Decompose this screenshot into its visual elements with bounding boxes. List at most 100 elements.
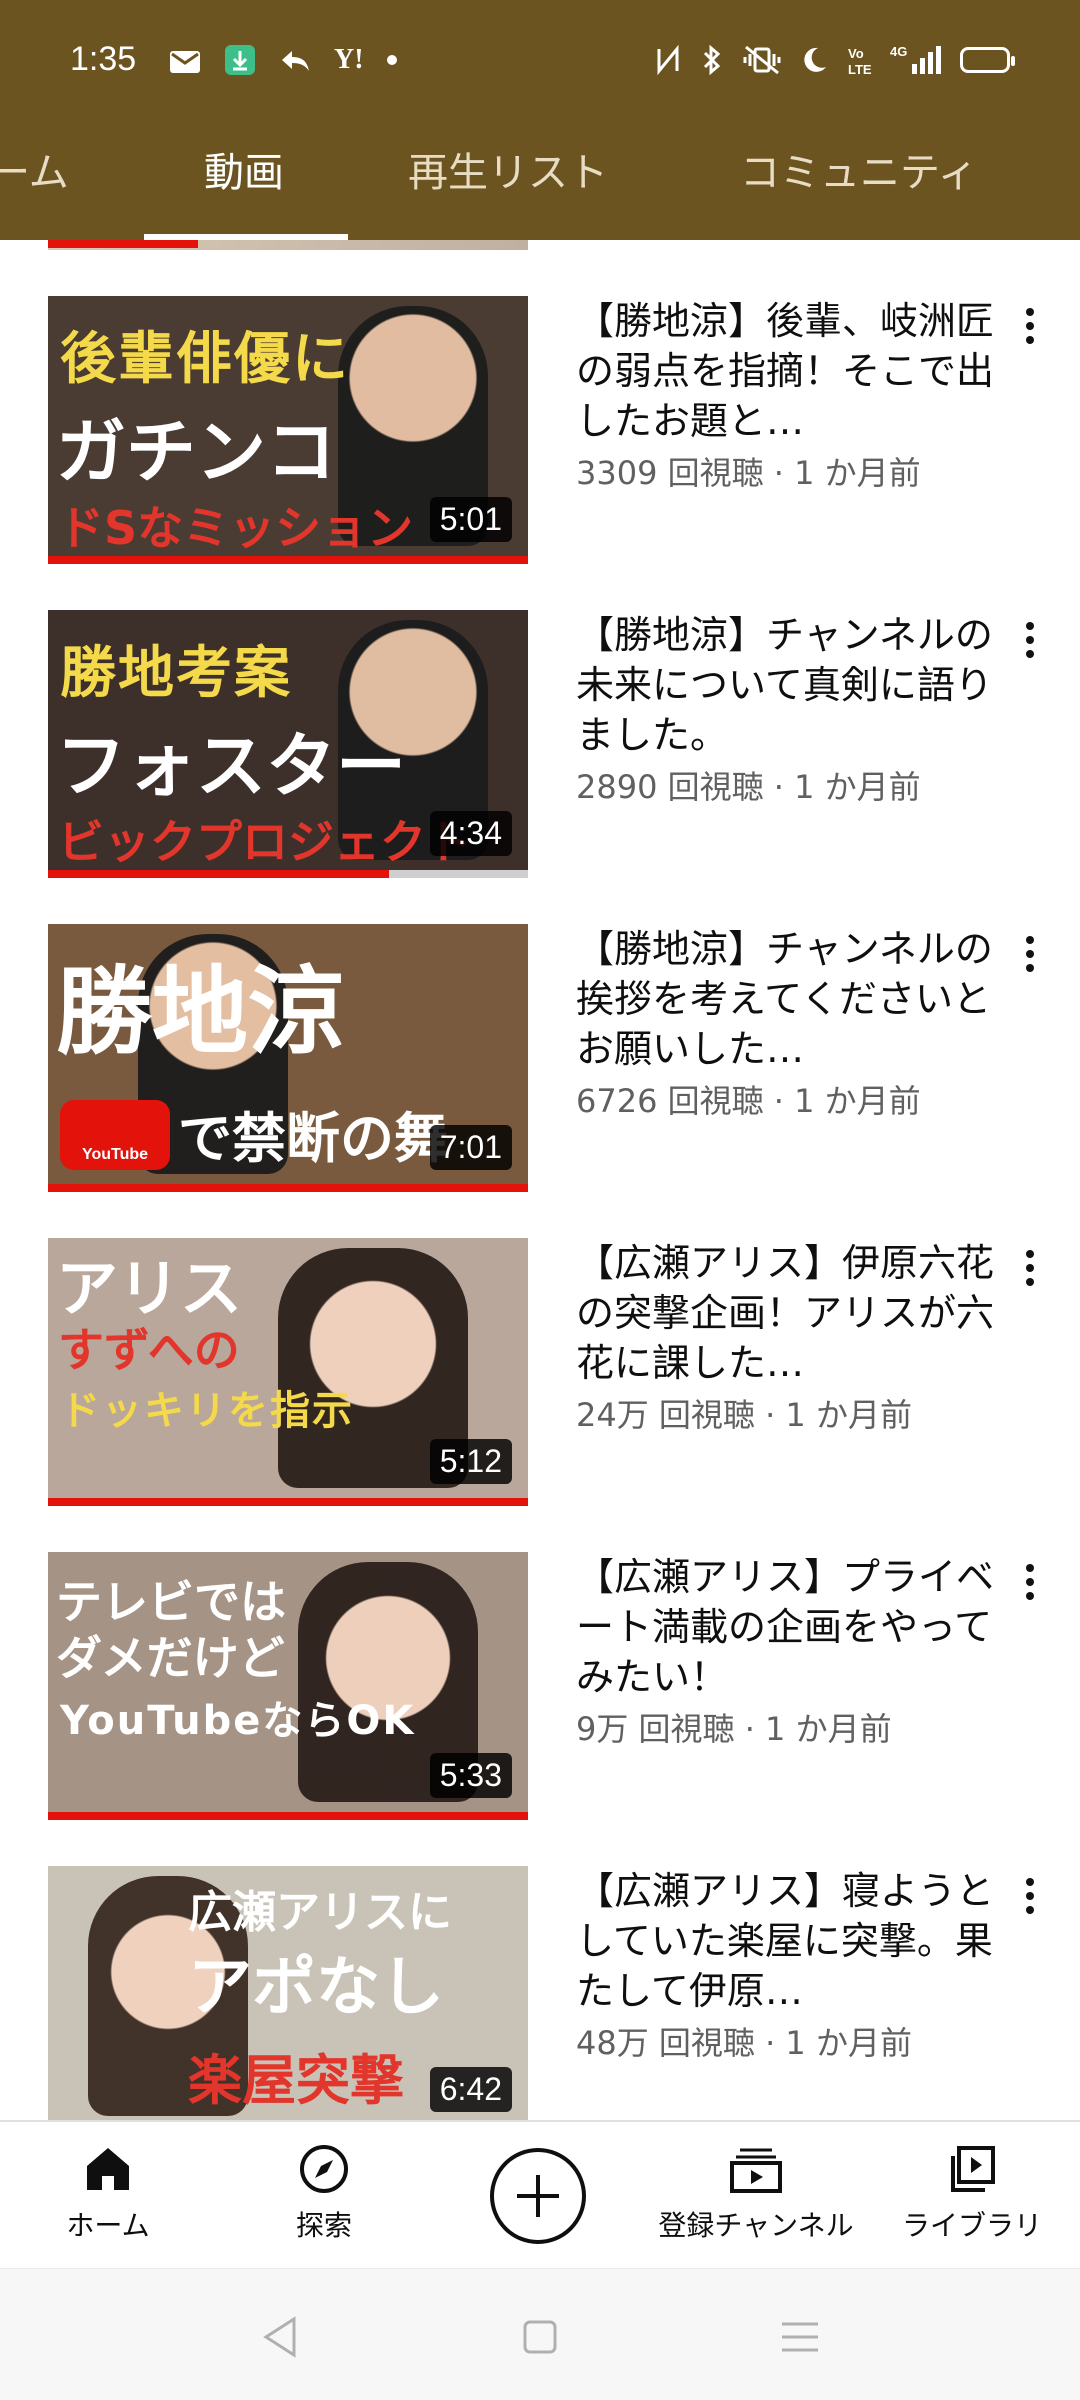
video-item[interactable]: テレビでは ダメだけど YouTubeならOK 5:33 【広瀬アリス】プライベ… xyxy=(0,1552,1080,1852)
menu-lines-icon xyxy=(782,2322,818,2352)
video-meta: 48万 回視聴 · 1 か月前 xyxy=(576,2024,912,2062)
duration-badge: 5:12 xyxy=(429,1439,512,1484)
more-dot xyxy=(1026,1892,1034,1900)
nfc-icon xyxy=(657,45,679,75)
tab-community[interactable]: コミュニティ xyxy=(740,140,978,198)
thumbnail-caption: 勝地考案 xyxy=(60,641,292,706)
more-dot xyxy=(1026,1564,1034,1572)
video-meta: 9万 回視聴 · 1 か月前 xyxy=(576,1710,892,1748)
create-button[interactable] xyxy=(490,2148,586,2244)
compass-icon xyxy=(300,2145,348,2193)
video-info[interactable]: 【勝地涼】チャンネルの挨拶を考えてくださいとお願いした… 6726 回視聴 · … xyxy=(576,924,996,1122)
video-thumbnail[interactable]: テレビでは ダメだけど YouTubeならOK 5:33 xyxy=(48,1552,528,1820)
video-item[interactable]: 勝地考案 フォスター ビックプロジェクト 4:34 【勝地涼】チャンネルの未来に… xyxy=(0,610,1080,910)
video-item[interactable]: アリス すずへの ドッキリを指示 5:12 【広瀬アリス】伊原六花の突撃企画！ア… xyxy=(0,1238,1080,1538)
thumbnail-caption: 広瀬アリスに xyxy=(188,1887,452,1938)
more-dot xyxy=(1026,1906,1034,1914)
more-options-button[interactable] xyxy=(1010,296,1050,356)
more-dot xyxy=(1026,1878,1034,1886)
system-navigation-bar xyxy=(0,2268,1080,2400)
youtube-logo-thumbnail: YouTube xyxy=(60,1100,170,1170)
battery-icon xyxy=(960,47,1015,73)
watch-progress-fill xyxy=(48,556,528,564)
video-thumbnail[interactable]: 勝地考案 フォスター ビックプロジェクト 4:34 xyxy=(48,610,528,878)
back-triangle-icon xyxy=(263,2316,296,2358)
watch-progress-track xyxy=(48,1812,528,1820)
video-title[interactable]: 【広瀬アリス】プライベート満載の企画をやってみたい！ xyxy=(576,1552,996,1702)
nav-subscriptions-label: 登録チャンネル xyxy=(658,2209,854,2242)
video-title[interactable]: 【勝地涼】後輩、岐洲匠の弱点を指摘！そこで出したお題と… xyxy=(576,296,996,446)
bottom-navigation: ホーム 探索 登録チャンネル ライブラリ xyxy=(0,2120,1080,2268)
more-dot xyxy=(1026,1278,1034,1286)
tab-playlists[interactable]: 再生リスト xyxy=(408,140,608,198)
more-dot xyxy=(1026,336,1034,344)
video-info[interactable]: 【勝地涼】後輩、岐洲匠の弱点を指摘！そこで出したお題と… 3309 回視聴 · … xyxy=(576,296,996,494)
nav-home[interactable]: ホーム xyxy=(8,2142,208,2244)
more-options-button[interactable] xyxy=(1010,1238,1050,1298)
watch-progress-fill xyxy=(48,1498,528,1506)
video-info[interactable]: 【広瀬アリス】プライベート満載の企画をやってみたい！ 9万 回視聴 · 1 か月… xyxy=(576,1552,996,1750)
more-dot xyxy=(1026,308,1034,316)
system-back-button[interactable] xyxy=(250,2307,310,2367)
video-meta: 6726 回視聴 · 1 か月前 xyxy=(576,1082,921,1120)
home-square-icon xyxy=(523,2320,557,2354)
video-thumbnail[interactable]: 勝地涼 で禁断の舞 YouTube 7:01 xyxy=(48,924,528,1192)
yahoo-icon: Y! xyxy=(334,44,364,75)
more-options-button[interactable] xyxy=(1010,1552,1050,1612)
duration-badge: 4:34 xyxy=(429,811,512,856)
nav-subscriptions[interactable]: 登録チャンネル xyxy=(656,2142,856,2244)
more-dot xyxy=(1026,950,1034,958)
video-meta: 24万 回視聴 · 1 か月前 xyxy=(576,1396,912,1434)
previous-progress-peek xyxy=(48,240,198,248)
channel-tab-bar: ーム 動画 再生リスト コミュニティ xyxy=(0,96,1080,240)
video-thumbnail[interactable]: 後輩俳優に ガチンコ ドSなミッション 5:01 xyxy=(48,296,528,564)
more-options-button[interactable] xyxy=(1010,610,1050,670)
status-bar: 1:35 Y! Vo LTE 4G xyxy=(0,0,1080,96)
video-feed[interactable]: 後輩俳優に ガチンコ ドSなミッション 5:01 【勝地涼】後輩、岐洲匠の弱点を… xyxy=(0,240,1080,2120)
system-status-icons: Vo LTE 4G xyxy=(654,44,1015,76)
reply-icon xyxy=(282,51,309,71)
video-title[interactable]: 【勝地涼】チャンネルの未来について真剣に語りました。 xyxy=(576,610,996,760)
nav-library[interactable]: ライブラリ xyxy=(872,2142,1072,2244)
home-icon xyxy=(87,2148,129,2190)
video-meta: 2890 回視聴 · 1 か月前 xyxy=(576,768,921,806)
video-title[interactable]: 【広瀬アリス】寝ようとしていた楽屋に突撃。果たして伊原… xyxy=(576,1866,996,2016)
video-info[interactable]: 【広瀬アリス】伊原六花の突撃企画！アリスが六花に課した… 24万 回視聴 · 1… xyxy=(576,1238,996,1436)
video-title[interactable]: 【広瀬アリス】伊原六花の突撃企画！アリスが六花に課した… xyxy=(576,1238,996,1388)
video-info[interactable]: 【広瀬アリス】寝ようとしていた楽屋に突撃。果たして伊原… 48万 回視聴 · 1… xyxy=(576,1866,996,2064)
watch-progress-fill xyxy=(48,1812,528,1820)
more-dot xyxy=(1026,1592,1034,1600)
system-menu-button[interactable] xyxy=(770,2307,830,2367)
tab-home[interactable]: ーム xyxy=(0,140,69,198)
more-options-button[interactable] xyxy=(1010,924,1050,984)
thumbnail-caption: 楽屋突撃 xyxy=(188,2049,404,2112)
video-thumbnail[interactable]: 広瀬アリスに アポなし 楽屋突撃 6:42 xyxy=(48,1866,528,2120)
more-dot xyxy=(1026,650,1034,658)
svg-text:4G: 4G xyxy=(890,44,907,59)
more-dot xyxy=(1026,964,1034,972)
video-item[interactable]: 後輩俳優に ガチンコ ドSなミッション 5:01 【勝地涼】後輩、岐洲匠の弱点を… xyxy=(0,296,1080,596)
thumbnail-caption: ガチンコ xyxy=(56,411,336,493)
nav-explore[interactable]: 探索 xyxy=(224,2142,424,2244)
more-dot xyxy=(1026,1264,1034,1272)
more-options-button[interactable] xyxy=(1010,1866,1050,1926)
video-info[interactable]: 【勝地涼】チャンネルの未来について真剣に語りました。 2890 回視聴 · 1 … xyxy=(576,610,996,808)
system-home-button[interactable] xyxy=(510,2307,570,2367)
video-title[interactable]: 【勝地涼】チャンネルの挨拶を考えてくださいとお願いした… xyxy=(576,924,996,1074)
plus-icon xyxy=(517,2175,559,2217)
watch-progress-fill xyxy=(48,1184,528,1192)
watch-progress-track xyxy=(48,1498,528,1506)
thumbnail-caption: フォスター xyxy=(56,725,406,807)
thumbnail-caption: で禁断の舞 xyxy=(178,1107,448,1170)
thumbnail-caption: 勝地涼 xyxy=(56,956,344,1068)
tab-videos[interactable]: 動画 xyxy=(204,140,284,198)
video-item[interactable]: 広瀬アリスに アポなし 楽屋突撃 6:42 【広瀬アリス】寝ようとしていた楽屋に… xyxy=(0,1866,1080,2120)
nav-explore-label: 探索 xyxy=(295,2209,352,2242)
status-time: 1:35 xyxy=(70,40,137,78)
watch-progress-track xyxy=(48,1184,528,1192)
video-item[interactable]: 勝地涼 で禁断の舞 YouTube 7:01 【勝地涼】チャンネルの挨拶を考えて… xyxy=(0,924,1080,1224)
watch-progress-track xyxy=(48,870,528,878)
video-thumbnail[interactable]: アリス すずへの ドッキリを指示 5:12 xyxy=(48,1238,528,1506)
more-dot xyxy=(1026,1250,1034,1258)
moon-icon xyxy=(804,47,826,72)
